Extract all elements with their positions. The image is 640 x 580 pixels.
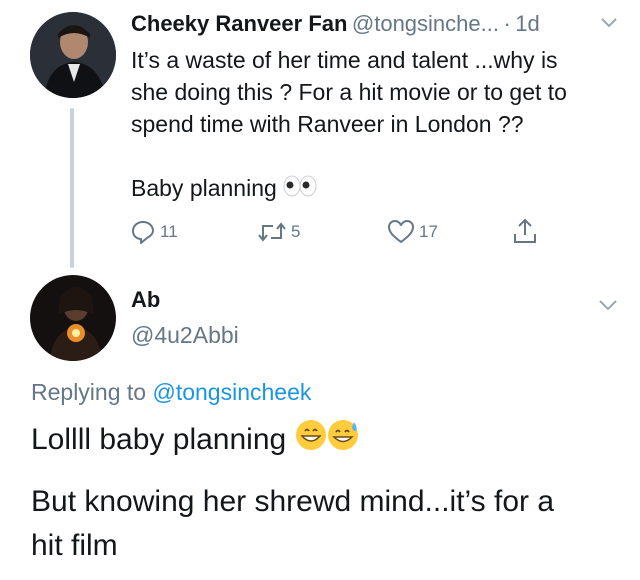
chevron-down-icon[interactable] [599,16,619,35]
grinning-sweat-emoji [327,419,361,464]
thread-connector-line [70,108,74,268]
tweet1-text-line: Baby planning [131,175,277,201]
reply-count: 11 [160,222,178,241]
reply-action[interactable]: 11 [130,219,178,245]
tweet2-text-line: But knowing her shrewd mind...it’s for a [31,485,555,518]
avatar-ab[interactable] [30,275,116,361]
grinning-emoji [295,419,327,464]
tweet1-header: Cheeky Ranveer Fan @tongsinche... · 1d [131,11,540,37]
tweet1-text-line: spend time with Ranveer in London ?? [131,111,524,137]
handle[interactable]: @4u2Abbi [131,322,239,349]
tweet1-text-line: It’s a waste of her time and talent ...w… [131,47,558,73]
replying-to-handle-link[interactable]: @tongsincheek [152,379,311,405]
avatar-image [30,275,116,361]
avatar-cheeky-ranveer-fan[interactable] [30,12,116,98]
display-name[interactable]: Ab [131,287,160,313]
reply-icon [132,221,154,244]
heart-icon [388,220,414,243]
share-action[interactable] [512,217,542,245]
timestamp[interactable]: 1d [515,11,539,36]
handle[interactable]: @tongsinche... [352,11,499,36]
like-count: 17 [419,222,438,241]
retweet-action[interactable]: 5 [257,219,300,245]
share-icon [514,218,536,243]
separator: · [503,11,511,36]
tweet1-text: It’s a waste of her time and talent ...w… [131,44,567,140]
tweet2-text-line: hit film [31,529,118,562]
chevron-down-icon[interactable] [597,298,619,317]
tweet1-text-line: she doing this ? For a hit movie or to g… [131,79,567,105]
like-action[interactable]: 17 [387,219,438,245]
avatar-image [30,12,116,98]
eyes-emoji [283,174,317,206]
display-name[interactable]: Cheeky Ranveer Fan [131,11,347,36]
tweet2-text: But knowing her shrewd mind...it’s for a… [31,480,554,568]
tweet2-text-first: Lollll baby planning [31,418,361,464]
tweet1-text-last: Baby planning [131,172,317,206]
replying-to: Replying to @tongsincheek [31,379,311,406]
replying-to-prefix: Replying to [31,379,147,405]
retweet-icon [258,222,286,242]
tweet2-text-line: Lollll baby planning [31,423,287,456]
retweet-count: 5 [291,222,301,241]
